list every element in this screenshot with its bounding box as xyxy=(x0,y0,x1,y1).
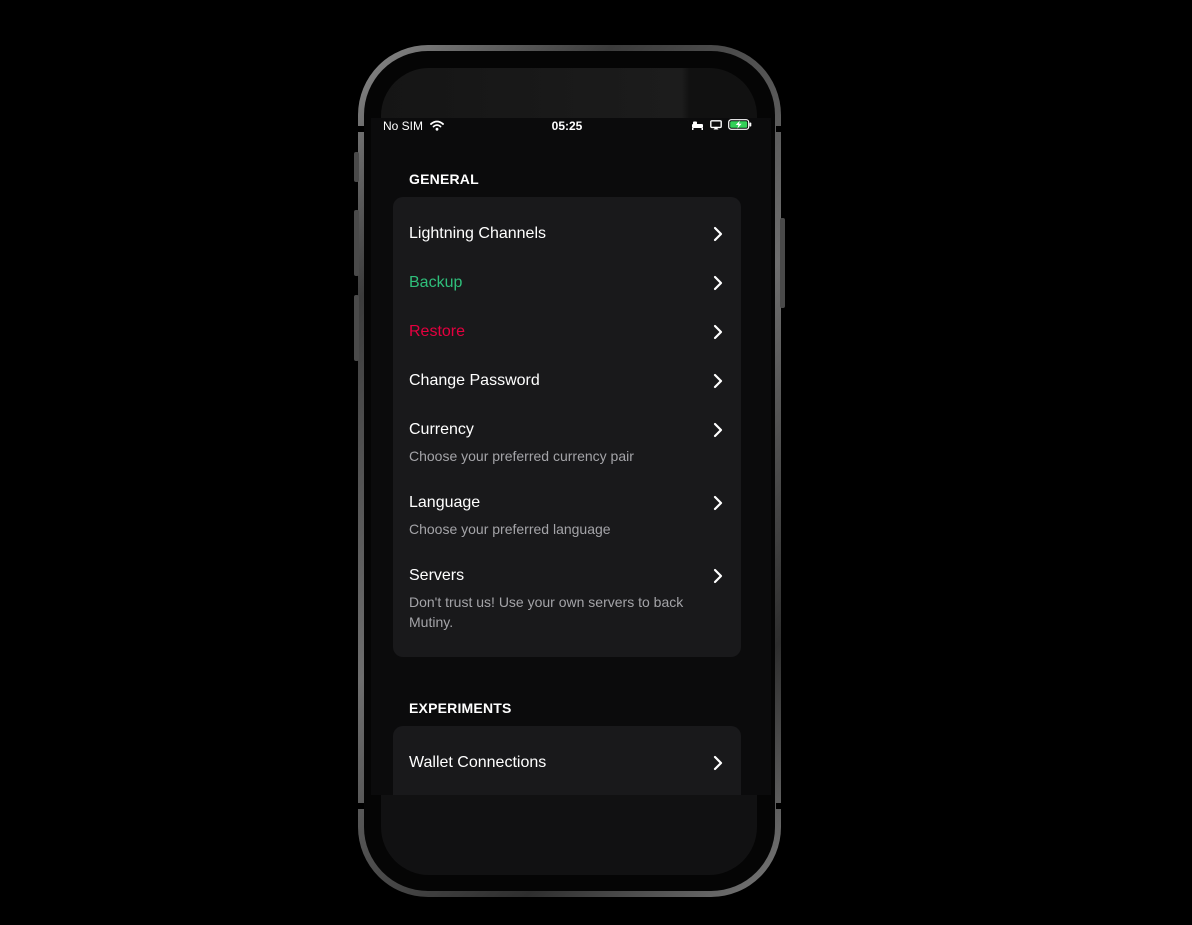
power-button xyxy=(780,218,785,308)
frame-antenna-line xyxy=(776,126,784,132)
settings-item-change-password[interactable]: Change Password xyxy=(409,371,727,391)
settings-item-label: Currency xyxy=(409,421,474,438)
settings-item-backup[interactable]: Backup xyxy=(409,273,727,293)
settings-item-wallet-connections[interactable]: Wallet Connections xyxy=(409,753,727,773)
screen-top-glass xyxy=(381,68,757,120)
chevron-right-icon xyxy=(713,373,723,389)
general-card: Lightning Channels Backup Restore Change… xyxy=(393,197,741,657)
chevron-right-icon xyxy=(713,226,723,242)
chevron-right-icon xyxy=(713,568,723,584)
settings-item-label: Lightning Channels xyxy=(409,225,546,242)
frame-antenna-line xyxy=(356,803,364,809)
settings-item-description: Don't trust us! Use your own servers to … xyxy=(409,594,684,630)
settings-item-label: Restore xyxy=(409,323,466,340)
status-icons xyxy=(691,119,752,133)
settings-item-restore[interactable]: Restore xyxy=(409,322,727,342)
screen-bottom-glass xyxy=(381,795,757,875)
screen-mirror-icon xyxy=(710,119,722,133)
settings-item-servers[interactable]: Servers Don't trust us! Use your own ser… xyxy=(409,566,727,632)
settings-item-lightning-channels[interactable]: Lightning Channels xyxy=(409,224,727,244)
chevron-right-icon xyxy=(713,422,723,438)
frame-antenna-line xyxy=(776,803,784,809)
settings-item-description: Choose your preferred currency pair xyxy=(409,448,634,464)
chevron-right-icon xyxy=(713,495,723,511)
experiments-card: Wallet Connections xyxy=(393,726,741,795)
settings-item-label: Servers xyxy=(409,567,465,584)
battery-charging-icon xyxy=(728,119,752,133)
volume-down-button xyxy=(354,295,359,361)
settings-item-label: Wallet Connections xyxy=(409,754,547,771)
mute-switch xyxy=(354,152,359,182)
volume-up-button xyxy=(354,210,359,276)
chevron-right-icon xyxy=(713,275,723,291)
settings-screen: No SIM 05:25 GENERAL Lightning Channels … xyxy=(371,118,771,795)
frame-antenna-line xyxy=(356,126,364,132)
stage: No SIM 05:25 GENERAL Lightning Channels … xyxy=(0,0,1192,925)
chevron-right-icon xyxy=(713,755,723,771)
settings-item-label: Change Password xyxy=(409,372,540,389)
settings-item-currency[interactable]: Currency Choose your preferred currency … xyxy=(409,420,727,466)
experiments-section-header: EXPERIMENTS xyxy=(409,700,512,716)
settings-item-language[interactable]: Language Choose your preferred language xyxy=(409,493,727,539)
bed-icon xyxy=(691,119,704,133)
chevron-right-icon xyxy=(713,324,723,340)
settings-item-label: Language xyxy=(409,494,481,511)
settings-item-label: Backup xyxy=(409,274,463,291)
general-section-header: GENERAL xyxy=(409,171,479,187)
status-bar: No SIM 05:25 xyxy=(371,118,771,134)
settings-item-description: Choose your preferred language xyxy=(409,521,611,537)
